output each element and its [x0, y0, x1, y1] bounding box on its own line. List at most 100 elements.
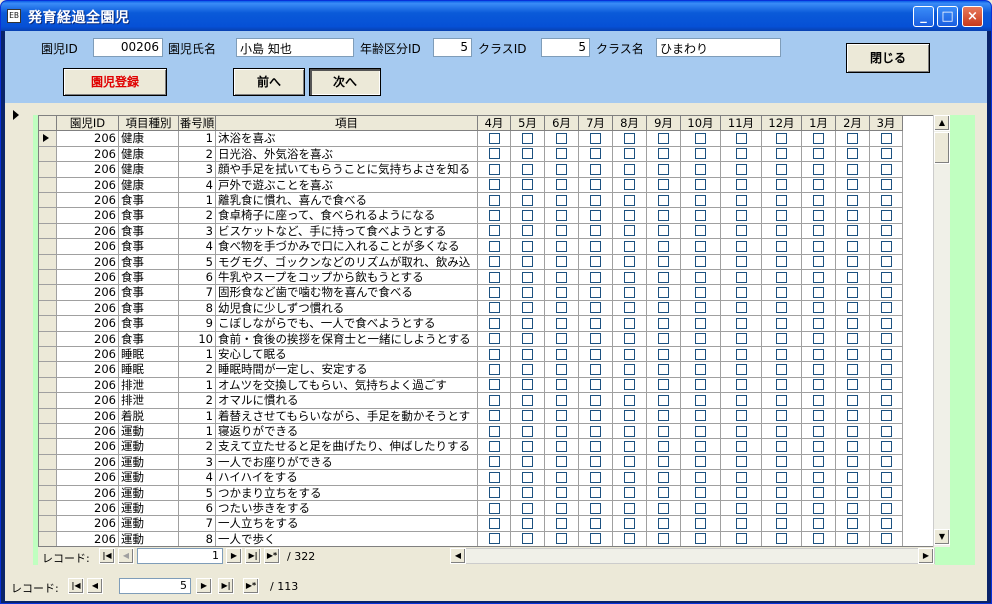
- month-checkbox[interactable]: [847, 440, 858, 452]
- child-id-cell[interactable]: 206: [57, 193, 119, 209]
- table-row[interactable]: 206 食事 10 食前・食後の挨拶を保育士と一緒にしようとする: [39, 331, 934, 347]
- month-checkbox[interactable]: [488, 132, 500, 144]
- child-id-cell[interactable]: 206: [57, 377, 119, 394]
- column-header[interactable]: 12月: [762, 116, 802, 132]
- main-first-record-icon[interactable]: |◀: [68, 578, 84, 594]
- month-checkbox[interactable]: [847, 394, 858, 406]
- month-checkbox[interactable]: [522, 394, 533, 406]
- table-row[interactable]: 206 健康 2 日光浴、外気浴を喜ぶ: [39, 146, 934, 163]
- month-checkbox[interactable]: [880, 209, 892, 221]
- month-checkbox[interactable]: [556, 240, 567, 252]
- month-checkbox[interactable]: [658, 379, 669, 391]
- month-checkbox[interactable]: [590, 379, 601, 391]
- month-checkbox[interactable]: [847, 240, 858, 252]
- month-checkbox[interactable]: [624, 394, 635, 406]
- row-selector[interactable]: [39, 439, 57, 455]
- month-checkbox[interactable]: [624, 194, 635, 206]
- month-checkbox[interactable]: [776, 240, 787, 252]
- month-checkbox[interactable]: [624, 132, 635, 144]
- month-checkbox[interactable]: [735, 317, 747, 329]
- month-checkbox[interactable]: [556, 394, 567, 406]
- category-cell[interactable]: 健康: [119, 131, 179, 147]
- month-checkbox[interactable]: [522, 440, 533, 452]
- category-cell[interactable]: 排泄: [119, 377, 179, 394]
- month-checkbox[interactable]: [813, 394, 824, 406]
- item-cell[interactable]: 安心して眠る: [216, 347, 478, 363]
- month-checkbox[interactable]: [776, 163, 787, 175]
- row-selector[interactable]: [39, 223, 57, 240]
- month-checkbox[interactable]: [658, 440, 669, 452]
- month-checkbox[interactable]: [813, 317, 824, 329]
- scroll-up-icon[interactable]: ▲: [934, 115, 950, 131]
- month-checkbox[interactable]: [813, 456, 824, 468]
- row-selector[interactable]: [39, 531, 57, 546]
- month-checkbox[interactable]: [522, 348, 533, 360]
- month-checkbox[interactable]: [847, 487, 858, 499]
- scroll-left-icon[interactable]: ◀: [450, 548, 466, 564]
- month-checkbox[interactable]: [590, 410, 601, 422]
- order-cell[interactable]: 3: [179, 454, 216, 471]
- month-checkbox[interactable]: [735, 225, 747, 237]
- month-checkbox[interactable]: [813, 502, 824, 514]
- scroll-right-icon[interactable]: ▶: [918, 548, 934, 564]
- month-checkbox[interactable]: [624, 425, 635, 437]
- month-checkbox[interactable]: [813, 410, 824, 422]
- item-cell[interactable]: 寝返りができる: [216, 424, 478, 440]
- row-selector[interactable]: [39, 300, 57, 317]
- row-selector[interactable]: [39, 393, 57, 409]
- order-cell[interactable]: 1: [179, 193, 216, 209]
- month-checkbox[interactable]: [880, 348, 892, 360]
- row-selector[interactable]: [39, 208, 57, 224]
- category-cell[interactable]: 運動: [119, 424, 179, 440]
- month-checkbox[interactable]: [813, 286, 824, 298]
- order-cell[interactable]: 5: [179, 254, 216, 270]
- column-header[interactable]: 10月: [681, 116, 721, 132]
- order-cell[interactable]: 3: [179, 223, 216, 240]
- order-cell[interactable]: 7: [179, 516, 216, 532]
- column-header[interactable]: 9月: [647, 116, 681, 132]
- month-checkbox[interactable]: [624, 209, 635, 221]
- month-checkbox[interactable]: [488, 302, 500, 314]
- month-checkbox[interactable]: [488, 148, 500, 160]
- month-checkbox[interactable]: [847, 502, 858, 514]
- month-checkbox[interactable]: [556, 225, 567, 237]
- maximize-button[interactable]: □: [937, 6, 958, 27]
- month-checkbox[interactable]: [522, 379, 533, 391]
- month-checkbox[interactable]: [695, 333, 706, 345]
- month-checkbox[interactable]: [556, 271, 567, 283]
- row-selector[interactable]: [39, 454, 57, 471]
- month-checkbox[interactable]: [590, 225, 601, 237]
- month-checkbox[interactable]: [488, 363, 500, 375]
- category-cell[interactable]: 排泄: [119, 393, 179, 409]
- month-checkbox[interactable]: [624, 179, 635, 191]
- vertical-scrollbar[interactable]: ▲ ▼: [933, 115, 950, 547]
- month-checkbox[interactable]: [590, 179, 601, 191]
- month-checkbox[interactable]: [522, 132, 533, 144]
- category-cell[interactable]: 運動: [119, 501, 179, 517]
- month-checkbox[interactable]: [813, 363, 824, 375]
- month-checkbox[interactable]: [658, 456, 669, 468]
- month-checkbox[interactable]: [735, 425, 747, 437]
- month-checkbox[interactable]: [880, 517, 892, 529]
- month-checkbox[interactable]: [735, 440, 747, 452]
- item-cell[interactable]: 幼児食に少しずつ慣れる: [216, 300, 478, 317]
- main-new-record-icon[interactable]: ▶*: [243, 578, 259, 594]
- month-checkbox[interactable]: [695, 163, 706, 175]
- item-cell[interactable]: 食前・食後の挨拶を保育士と一緒にしようとする: [216, 331, 478, 347]
- month-checkbox[interactable]: [522, 209, 533, 221]
- month-checkbox[interactable]: [735, 179, 747, 191]
- month-checkbox[interactable]: [735, 394, 747, 406]
- table-row[interactable]: 206 睡眠 2 睡眠時間が一定し、安定する: [39, 362, 934, 378]
- month-checkbox[interactable]: [658, 302, 669, 314]
- month-checkbox[interactable]: [556, 286, 567, 298]
- month-checkbox[interactable]: [813, 533, 824, 545]
- month-checkbox[interactable]: [658, 148, 669, 160]
- month-checkbox[interactable]: [695, 517, 706, 529]
- month-checkbox[interactable]: [556, 533, 567, 545]
- month-checkbox[interactable]: [847, 456, 858, 468]
- month-checkbox[interactable]: [695, 471, 706, 483]
- month-checkbox[interactable]: [624, 302, 635, 314]
- month-checkbox[interactable]: [590, 363, 601, 375]
- row-selector[interactable]: [39, 347, 57, 363]
- row-selector[interactable]: [39, 316, 57, 332]
